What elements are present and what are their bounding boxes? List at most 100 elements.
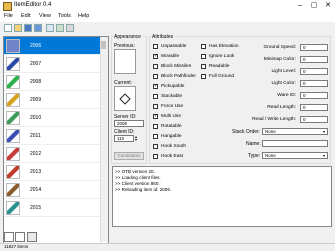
block-pathfinder-label: Block Pathfinder	[161, 74, 196, 79]
list-item[interactable]: 2006	[4, 37, 108, 55]
item-thumbnail	[6, 183, 20, 197]
reload-icon[interactable]	[66, 24, 74, 32]
menu-view[interactable]: View	[39, 13, 51, 19]
duplicate-icon[interactable]	[15, 232, 25, 242]
new-icon[interactable]	[4, 24, 12, 32]
readable-checkbox[interactable]	[201, 64, 206, 69]
item-thumbnail	[6, 93, 20, 107]
ground-speed-field[interactable]: 0	[300, 44, 328, 51]
save-icon[interactable]	[24, 24, 32, 32]
minimize-button[interactable]: –	[293, 0, 307, 12]
list-scrollbar[interactable]	[100, 37, 108, 242]
close-button[interactable]: ✕	[321, 0, 335, 12]
name-label: Name:	[246, 141, 261, 147]
chevron-down-icon: ▾	[322, 129, 325, 134]
menu-help[interactable]: Help	[78, 13, 89, 19]
has-elevation-label: Has Elevation	[209, 44, 239, 49]
item-thumbnail	[6, 147, 20, 161]
pickupable-checkbox[interactable]	[153, 83, 158, 89]
stackable-label: Stackable	[161, 94, 183, 99]
maximize-button[interactable]: ▢	[307, 0, 321, 12]
read-length-field[interactable]: 0	[300, 104, 328, 111]
read-write-length-field[interactable]: 0	[300, 116, 328, 123]
hook-south-label: Hook South	[161, 144, 187, 149]
light-color-label: Light Color:	[271, 81, 296, 86]
list-item[interactable]: 2008	[4, 73, 108, 91]
ground-speed-label: Ground Speed:	[263, 45, 296, 50]
ware-id-field[interactable]: 0	[300, 92, 328, 99]
type-value: None	[265, 153, 276, 158]
menu-file[interactable]: File	[4, 13, 13, 19]
light-level-label: Light Level:	[271, 69, 296, 74]
minimap-color-label: Minimap Color:	[263, 57, 296, 62]
hook-east-label: Hook East	[161, 154, 184, 159]
list-item[interactable]: 2009	[4, 91, 108, 109]
read-length-label: Read Length:	[267, 105, 296, 110]
chevron-down-icon: ▾	[322, 153, 325, 158]
compare-icon[interactable]	[56, 24, 64, 32]
readable-label: Readable	[209, 64, 230, 69]
output-console[interactable]: >> OTB version 20. >> Loading client fil…	[112, 166, 332, 227]
console-line: >> Reloading item id: 2006.	[115, 187, 172, 192]
stack-order-select[interactable]: None ▾	[262, 128, 328, 135]
open-icon[interactable]	[14, 24, 22, 32]
appearance-heading: Appearance	[113, 34, 142, 40]
item-sprite	[119, 93, 131, 105]
candidates-button[interactable]: Candidates	[114, 152, 144, 160]
read-write-length-label: Read / Write Length:	[252, 117, 296, 122]
list-item[interactable]: 2015	[4, 199, 108, 217]
menu-edit[interactable]: Edit	[21, 13, 30, 19]
list-scrollbar-thumb[interactable]	[101, 41, 106, 49]
hook-east-checkbox[interactable]	[153, 154, 158, 159]
item-list[interactable]: 2006 2007 2008 2009 2010 2011 2012 2013 …	[3, 36, 109, 245]
light-level-field[interactable]: 0	[300, 68, 328, 75]
item-thumbnail	[6, 75, 20, 89]
item-thumbnail	[6, 39, 20, 53]
full-ground-checkbox[interactable]	[201, 74, 206, 79]
force-use-checkbox[interactable]	[153, 104, 158, 109]
list-item[interactable]: 2014	[4, 181, 108, 199]
rotatable-checkbox[interactable]	[153, 124, 158, 129]
list-item[interactable]: 2010	[4, 109, 108, 127]
item-id-label: 2013	[30, 169, 42, 175]
list-item[interactable]: 2007	[4, 55, 108, 73]
client-id-stepper[interactable]: 110	[114, 135, 134, 142]
minimap-color-field[interactable]: 0	[300, 56, 328, 63]
block-missiles-checkbox[interactable]	[153, 64, 158, 69]
remove-icon[interactable]	[27, 232, 37, 242]
hook-south-checkbox[interactable]	[153, 144, 158, 149]
item-id-label: 2010	[30, 115, 42, 121]
attributes-heading: Attributes	[151, 34, 175, 40]
multi-use-checkbox[interactable]	[153, 113, 158, 119]
pickupable-label: Pickupable	[161, 84, 185, 89]
stackable-checkbox[interactable]	[153, 94, 158, 99]
item-id-label: 2006	[30, 43, 42, 49]
ignore-look-label: Ignore Look	[209, 54, 235, 59]
server-id-field[interactable]: 2006	[114, 120, 144, 127]
item-id-label: 2014	[30, 187, 42, 193]
name-field[interactable]	[262, 140, 328, 147]
hangable-checkbox[interactable]	[153, 134, 158, 139]
unpassable-checkbox[interactable]	[153, 44, 158, 49]
menu-tools[interactable]: Tools	[58, 13, 71, 19]
light-color-field[interactable]: 0	[300, 80, 328, 87]
block-pathfinder-checkbox[interactable]	[153, 74, 158, 79]
title-bar: ItemEditor 0.4 – ▢ ✕	[0, 0, 335, 12]
list-item[interactable]: 2011	[4, 127, 108, 145]
force-use-label: Force Use	[161, 104, 184, 109]
find-icon[interactable]	[46, 24, 54, 32]
list-item[interactable]: 2013	[4, 163, 108, 181]
save-as-icon[interactable]	[34, 24, 42, 32]
add-icon[interactable]	[4, 232, 14, 242]
movable-checkbox[interactable]	[153, 53, 158, 59]
list-item[interactable]: 2012	[4, 145, 108, 163]
type-select[interactable]: None ▾	[262, 152, 328, 159]
item-id-label: 2007	[30, 61, 42, 67]
item-id-label: 2012	[30, 151, 42, 157]
ignore-look-checkbox[interactable]	[201, 54, 206, 59]
app-icon	[3, 2, 12, 11]
has-elevation-checkbox[interactable]	[201, 44, 206, 49]
window-title: ItemEditor 0.4	[14, 2, 52, 8]
stepper-arrows-icon[interactable]: ▴ ▾	[135, 135, 137, 142]
hangable-label: Hangable	[161, 134, 182, 139]
